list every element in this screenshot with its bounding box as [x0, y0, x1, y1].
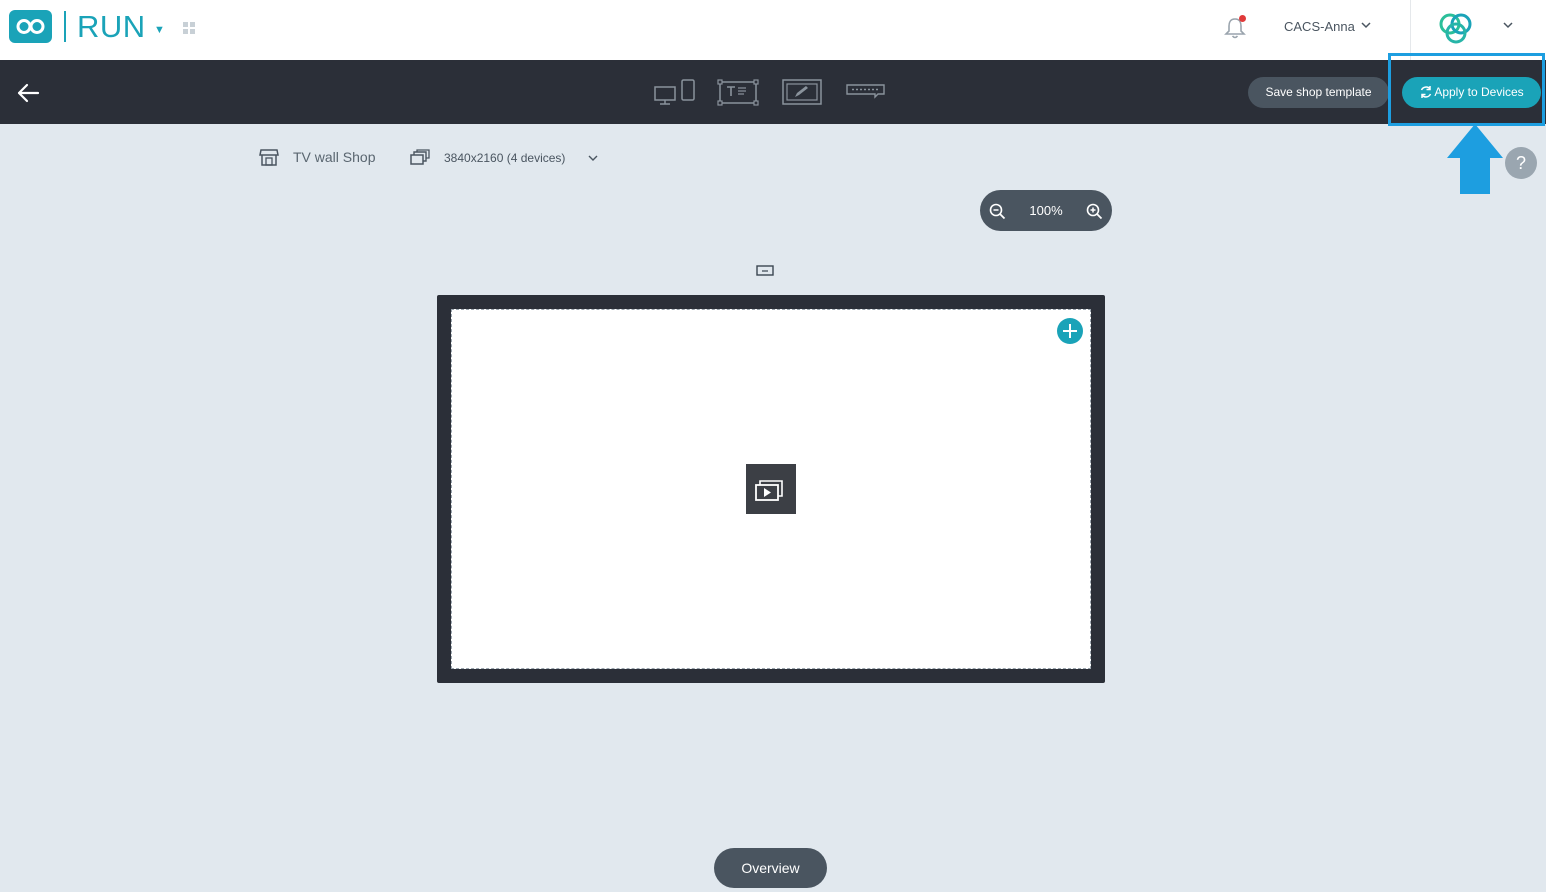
resolution-selector[interactable]: 3840x2160 (4 devices) [444, 151, 565, 165]
screen-canvas[interactable] [451, 309, 1091, 669]
top-header: RUN ▼ CACS-Anna [0, 0, 1546, 60]
app-caret-icon[interactable]: ▼ [154, 24, 165, 36]
shop-icon [259, 149, 279, 166]
zoom-out-icon[interactable] [989, 203, 1006, 220]
edit-screen-icon[interactable] [782, 78, 822, 106]
screen-frame [437, 295, 1105, 683]
brand-logo-icon[interactable] [1436, 11, 1476, 45]
multi-screen-icon [410, 149, 430, 165]
display-devices-icon[interactable] [654, 78, 696, 106]
app-name[interactable]: RUN [77, 9, 146, 45]
screen-orientation-icon[interactable] [756, 265, 774, 277]
annotation-highlight-box [1388, 53, 1545, 126]
annotation-up-arrow-icon [1447, 124, 1503, 194]
grid-icon[interactable] [183, 22, 195, 34]
media-placeholder[interactable] [746, 464, 796, 514]
chevron-down-icon[interactable] [1360, 19, 1372, 31]
zoom-in-icon[interactable] [1086, 203, 1103, 220]
back-arrow-icon[interactable] [16, 82, 40, 104]
help-button[interactable]: ? [1505, 147, 1537, 179]
shop-name: TV wall Shop [293, 149, 376, 165]
resolution-chevron-down-icon[interactable] [588, 153, 598, 163]
infinity-icon [16, 19, 45, 34]
overview-button[interactable]: Overview [714, 848, 827, 888]
zoom-control: 100% [980, 190, 1112, 231]
notification-dot [1239, 15, 1246, 22]
brand-chevron-down-icon[interactable] [1502, 19, 1514, 31]
save-shop-template-button[interactable]: Save shop template [1248, 77, 1389, 108]
editor-toolbar: Save shop template Apply to Devices [0, 60, 1546, 124]
text-layout-icon[interactable] [717, 78, 759, 106]
ticker-icon[interactable] [846, 78, 886, 106]
header-divider [1410, 0, 1411, 60]
infinity-logo[interactable] [9, 10, 52, 43]
media-playlist-icon [755, 480, 783, 501]
logo-divider [64, 11, 66, 42]
add-content-button[interactable] [1057, 318, 1083, 344]
zoom-level: 100% [1029, 203, 1063, 218]
user-name[interactable]: CACS-Anna [1284, 19, 1355, 34]
